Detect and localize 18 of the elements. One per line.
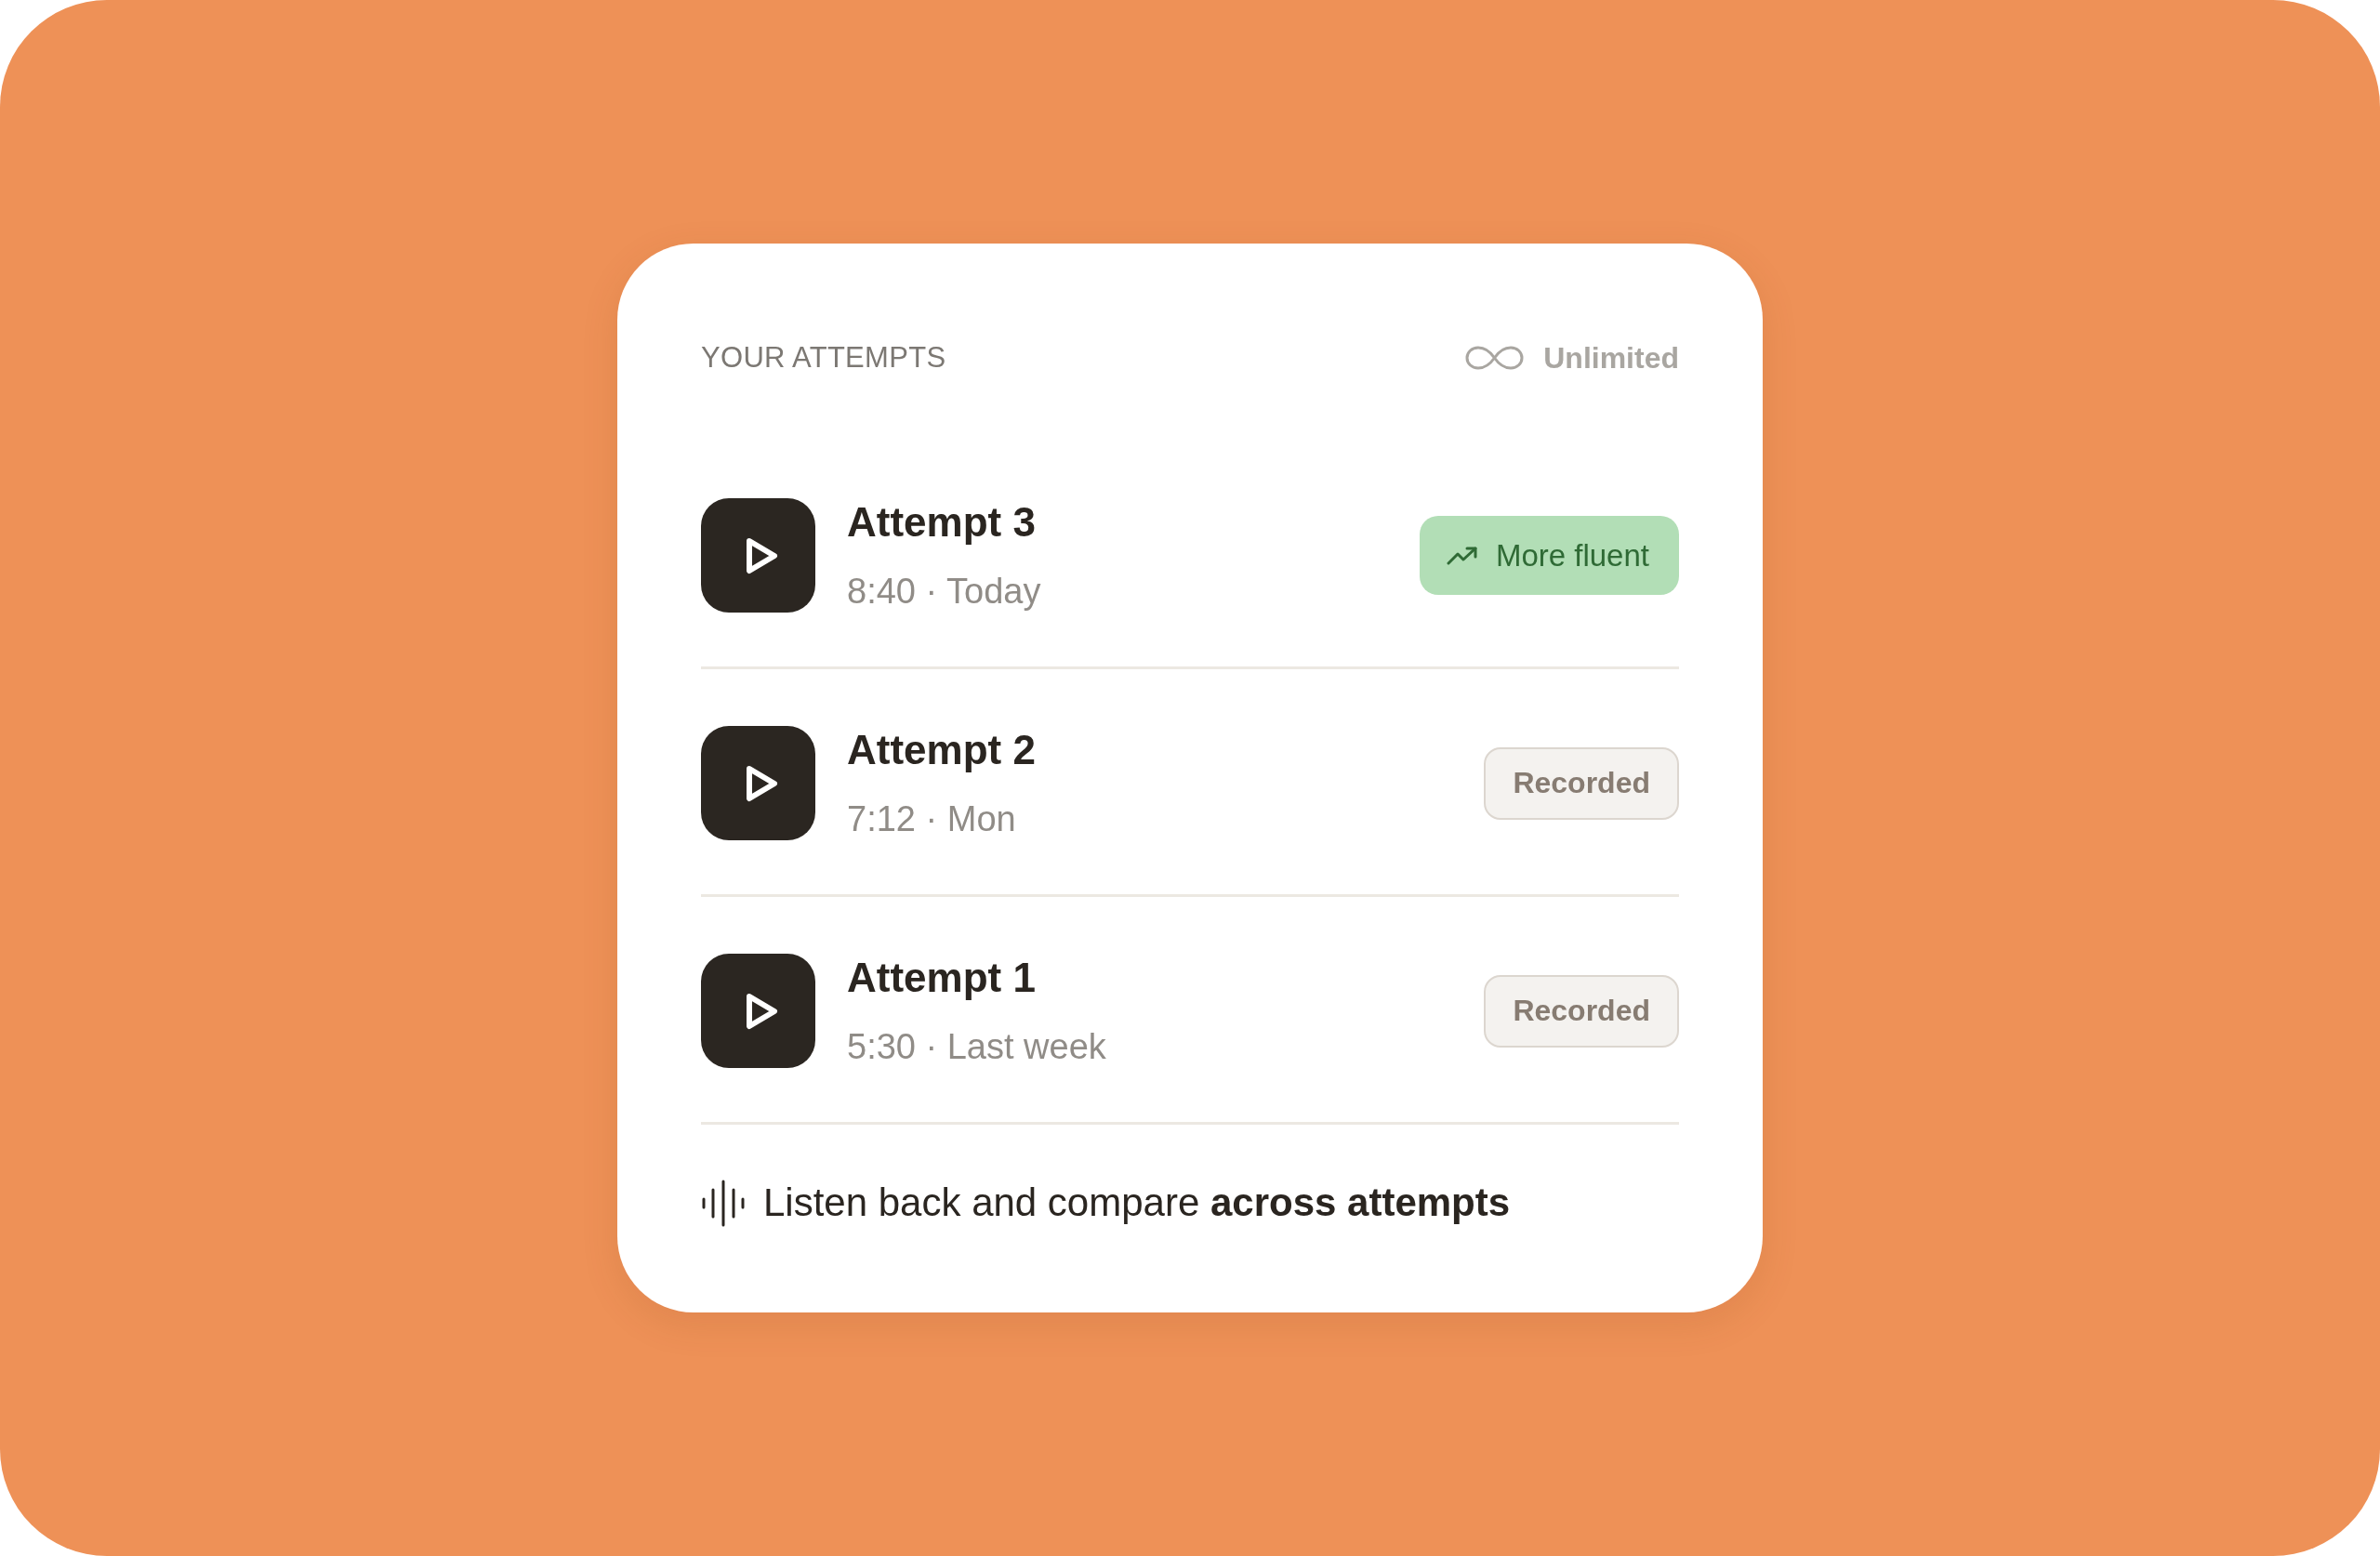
trend-up-icon <box>1446 546 1477 565</box>
badge-label: More fluent <box>1495 537 1649 574</box>
limit-label: Unlimited <box>1543 340 1679 376</box>
attempt-meta: 7:12 · Mon <box>847 798 1016 840</box>
attempt-title: Attempt 2 <box>847 726 1036 774</box>
play-button[interactable] <box>701 954 815 1068</box>
section-title: YOUR ATTEMPTS <box>701 340 946 376</box>
play-button[interactable] <box>701 726 815 840</box>
waveform-icon <box>701 1179 746 1227</box>
infinity-icon <box>1464 345 1526 371</box>
attempt-title: Attempt 3 <box>847 498 1036 547</box>
attempt-meta: 8:40 · Today <box>847 571 1041 613</box>
attempt-title: Attempt 1 <box>847 954 1036 1002</box>
status-badge: Recorded <box>1484 974 1679 1048</box>
attempt-meta: 5:30 · Last week <box>847 1026 1106 1068</box>
status-badge: Recorded <box>1484 746 1679 820</box>
footer-text: Listen back and compare across attempts <box>763 1180 1511 1225</box>
play-button[interactable] <box>701 498 815 613</box>
